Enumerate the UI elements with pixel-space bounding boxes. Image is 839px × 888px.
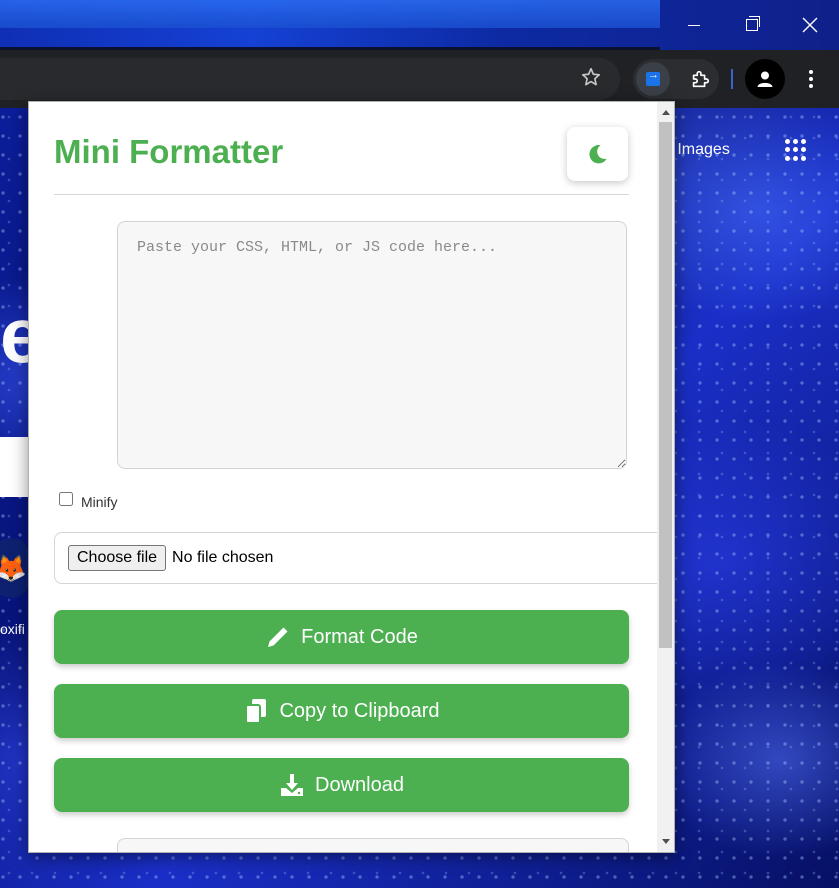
copy-icon: [245, 699, 267, 724]
profile-button[interactable]: [745, 59, 785, 99]
minimize-icon: [688, 24, 700, 26]
choose-file-button[interactable]: Choose file: [68, 545, 167, 571]
popup-title: Mini Formatter: [54, 133, 284, 170]
fox-icon: 🦊: [0, 552, 28, 583]
scroll-up-button[interactable]: [657, 104, 674, 121]
file-status-text: No file chosen: [172, 549, 274, 566]
minify-checkbox[interactable]: [59, 492, 73, 506]
restore-icon: [746, 16, 760, 31]
page-logo-fragment: e: [0, 296, 30, 374]
minify-option: Minify: [59, 491, 118, 510]
puzzle-icon: [692, 70, 710, 88]
close-icon: [802, 17, 818, 33]
browser-toolbar: [0, 50, 839, 108]
toolbar-separator: [731, 69, 733, 89]
file-input-box: Choose file No file chosen: [54, 532, 657, 584]
extension-icon: [646, 69, 660, 86]
theme-toggle-button[interactable]: [567, 127, 628, 181]
download-button[interactable]: Download: [54, 758, 629, 812]
pencil-icon: [268, 627, 288, 647]
minimize-button[interactable]: [665, 0, 723, 50]
code-input[interactable]: [117, 221, 627, 469]
minify-label: Minify: [81, 494, 118, 510]
download-icon: [281, 774, 304, 796]
output-area[interactable]: [117, 838, 629, 852]
title-divider: [54, 194, 629, 195]
shortcut-label: oxifi: [0, 621, 25, 637]
popup-scrollbar[interactable]: [657, 102, 674, 852]
download-label: Download: [315, 773, 404, 796]
scroll-down-button[interactable]: [657, 833, 674, 850]
arrow-up-icon: [661, 110, 670, 115]
tab-strip-background: [0, 0, 660, 28]
extension-popup: Mini Formatter Minify Choose file No fil…: [28, 101, 675, 853]
copy-to-clipboard-button[interactable]: Copy to Clipboard: [54, 684, 629, 738]
images-link[interactable]: Images: [677, 141, 729, 159]
bookmark-star-button[interactable]: [578, 66, 604, 92]
restore-button[interactable]: [723, 0, 781, 50]
address-bar[interactable]: [0, 58, 620, 100]
window-controls: [665, 0, 839, 50]
scroll-thumb[interactable]: [659, 122, 672, 648]
moon-icon: [588, 145, 607, 164]
format-code-label: Format Code: [301, 625, 418, 648]
arrow-down-icon: [661, 839, 670, 844]
more-vert-icon[interactable]: [798, 62, 824, 96]
mini-formatter-extension-button[interactable]: [636, 62, 670, 96]
copy-label: Copy to Clipboard: [279, 699, 440, 722]
apps-grid-icon[interactable]: [785, 139, 807, 161]
profile-icon: [757, 71, 773, 87]
page-search-box-fragment[interactable]: [0, 437, 30, 497]
popup-content: Mini Formatter Minify Choose file No fil…: [29, 102, 657, 852]
star-icon: [581, 67, 601, 86]
format-code-button[interactable]: Format Code: [54, 610, 629, 664]
extensions-menu-button[interactable]: [684, 63, 716, 95]
close-button[interactable]: [781, 0, 839, 50]
shortcut-tile[interactable]: 🦊: [0, 538, 30, 598]
